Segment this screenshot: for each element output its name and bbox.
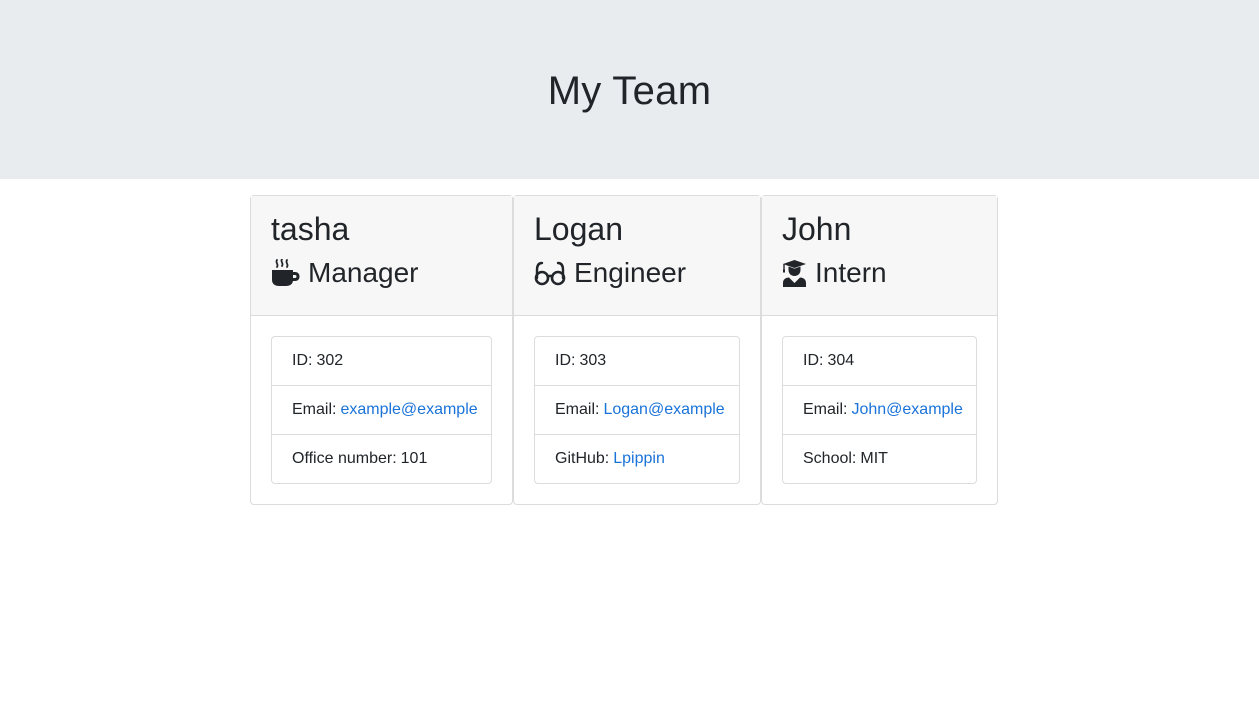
- id-value: 304: [827, 352, 855, 369]
- list-item-email: Email: Logan@example: [535, 386, 739, 435]
- employee-role: Engineer: [534, 256, 740, 290]
- employee-role: Intern: [782, 256, 977, 290]
- glasses-icon: [534, 260, 566, 286]
- card-header: John Intern: [762, 196, 997, 316]
- office-label: Office number:: [292, 450, 397, 467]
- employee-card-intern: John Intern ID: 304 Email: John@example …: [761, 195, 998, 505]
- list-item-email: Email: example@example: [272, 386, 491, 435]
- role-label: Engineer: [574, 257, 687, 288]
- employee-card-manager: tasha Manager ID: 302 Email: example@exa…: [250, 195, 513, 505]
- page-title: My Team: [547, 69, 712, 113]
- list-item-school: School: MIT: [783, 435, 976, 483]
- list-item-id: ID: 302: [272, 337, 491, 386]
- employee-name: John: [782, 211, 852, 247]
- email-label: Email:: [555, 401, 600, 418]
- graduate-icon: [782, 259, 807, 287]
- id-label: ID:: [292, 352, 313, 369]
- email-link[interactable]: John@example: [851, 401, 962, 419]
- school-value: MIT: [860, 450, 888, 467]
- employee-card-engineer: Logan Engineer ID: 303 Email: Logan@exam…: [513, 195, 761, 505]
- mug-icon: [271, 259, 300, 287]
- list-item-github: GitHub: Lpippin: [535, 435, 739, 483]
- role-label: Manager: [308, 257, 419, 288]
- card-body: ID: 303 Email: Logan@example GitHub: Lpi…: [514, 316, 760, 504]
- card-header: tasha Manager: [251, 196, 512, 316]
- role-label: Intern: [815, 257, 887, 288]
- card-body: ID: 302 Email: example@example Office nu…: [251, 316, 512, 504]
- jumbotron-header: My Team: [0, 0, 1259, 179]
- id-value: 303: [579, 352, 607, 369]
- employee-role: Manager: [271, 256, 492, 290]
- list-item-id: ID: 304: [783, 337, 976, 386]
- employee-name: tasha: [271, 211, 350, 247]
- email-label: Email:: [803, 401, 848, 418]
- id-label: ID:: [803, 352, 824, 369]
- id-value: 302: [316, 352, 344, 369]
- list-item-id: ID: 303: [535, 337, 739, 386]
- github-label: GitHub:: [555, 450, 610, 467]
- info-list: ID: 303 Email: Logan@example GitHub: Lpi…: [534, 336, 740, 484]
- school-label: School:: [803, 450, 857, 467]
- card-body: ID: 304 Email: John@example School: MIT: [762, 316, 997, 504]
- github-link[interactable]: Lpippin: [613, 450, 665, 468]
- email-link[interactable]: Logan@example: [603, 401, 724, 419]
- employee-name: Logan: [534, 211, 623, 247]
- email-link[interactable]: example@example: [340, 401, 477, 419]
- info-list: ID: 304 Email: John@example School: MIT: [782, 336, 977, 484]
- list-item-office: Office number: 101: [272, 435, 491, 483]
- office-value: 101: [400, 450, 428, 467]
- email-label: Email:: [292, 401, 337, 418]
- team-cards: tasha Manager ID: 302 Email: example@exa…: [250, 195, 998, 505]
- card-header: Logan Engineer: [514, 196, 760, 316]
- list-item-email: Email: John@example: [783, 386, 976, 435]
- info-list: ID: 302 Email: example@example Office nu…: [271, 336, 492, 484]
- id-label: ID:: [555, 352, 576, 369]
